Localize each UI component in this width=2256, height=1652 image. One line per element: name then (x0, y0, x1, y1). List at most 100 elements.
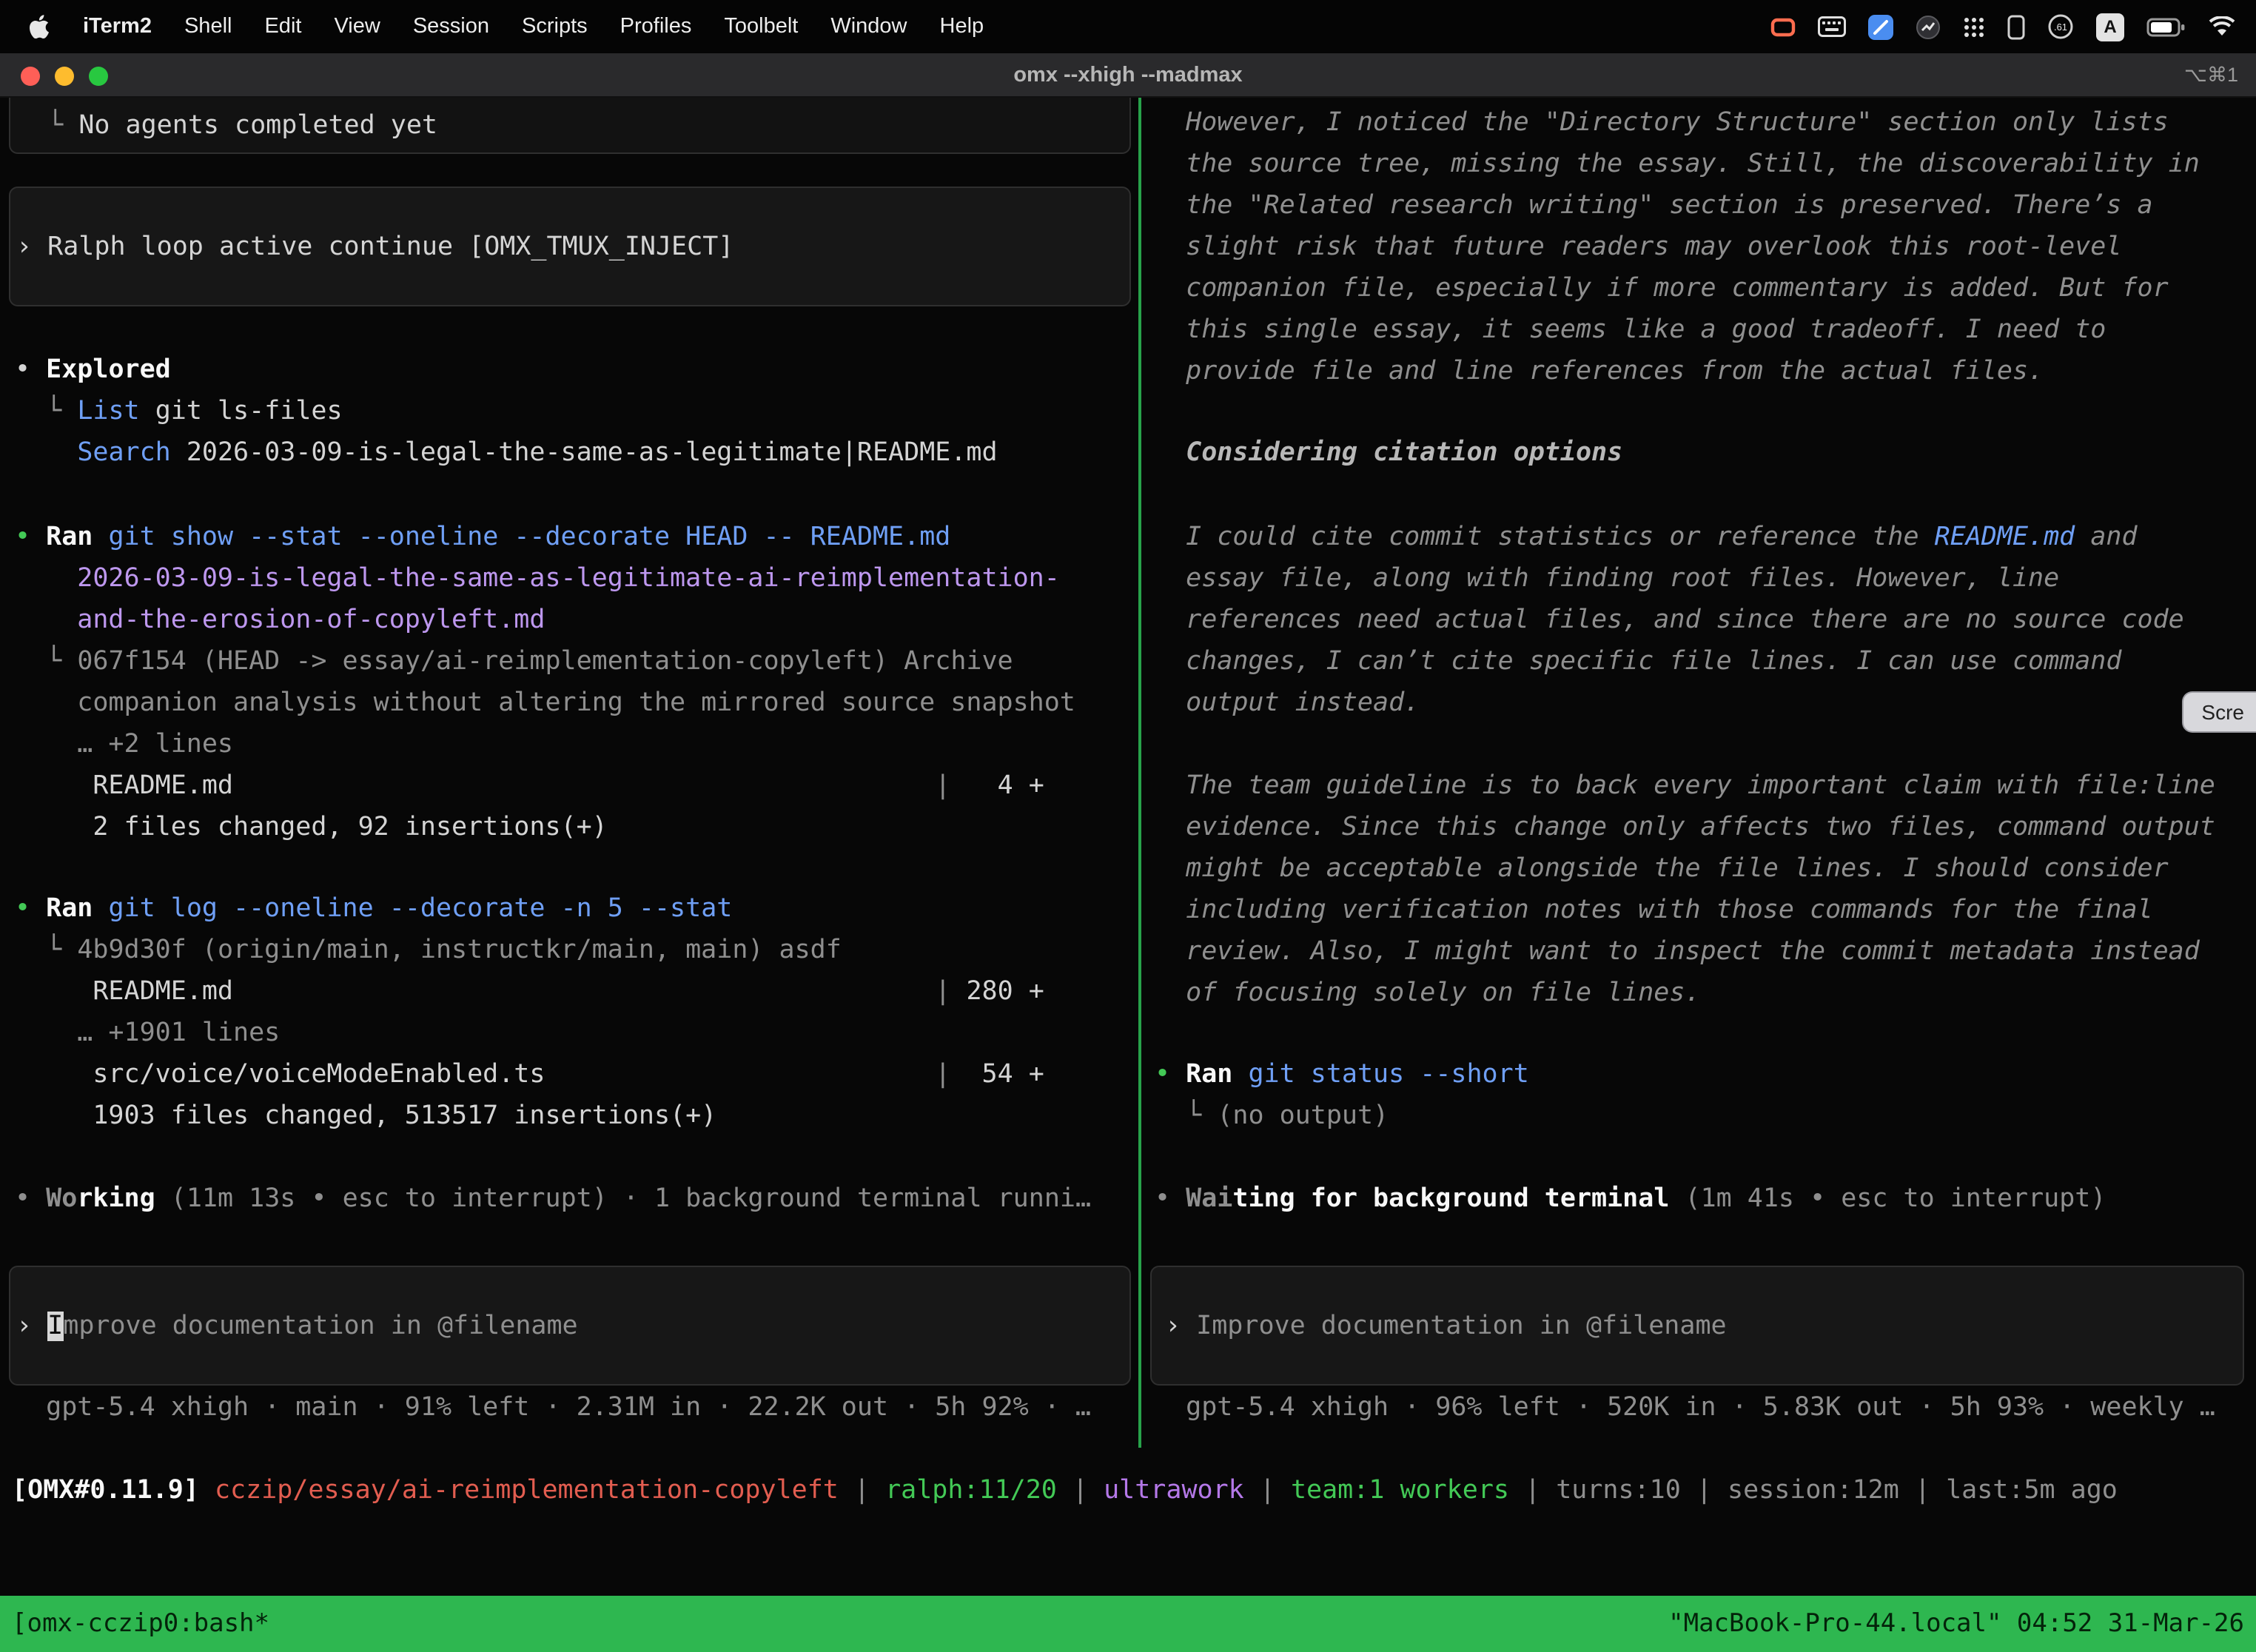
menu-item-toolbelt[interactable]: Toolbelt (708, 0, 814, 53)
text-segment: └ (15, 647, 77, 676)
pane-left[interactable]: └ No agents completed yet › Ralph loop ac… (0, 98, 1138, 1480)
terminal-line: › Ralph loop active continue [OMX_TMUX_I… (16, 226, 1129, 267)
ran-git-log-entry: • Ran git log --oneline --decorate -n 5 … (0, 888, 1138, 1137)
ran-git-show-entry: • Ran git show --stat --oneline --decora… (0, 517, 1138, 848)
terminal-line: might be acceptable alongside the file l… (1155, 848, 2256, 890)
terminal-line: and-the-erosion-of-copyleft.md (15, 600, 1138, 641)
text-segment: └ (15, 397, 77, 426)
pane-right[interactable]: However, I noticed the "Directory Struct… (1141, 98, 2256, 1480)
terminal-line: README.md | 280 + (15, 971, 1138, 1013)
battery-icon[interactable] (2146, 17, 2186, 36)
omx-last-label: last:5m ago (1946, 1476, 2118, 1505)
omx-ralph-counter: ralph:11/20 (885, 1476, 1057, 1505)
text-segment: and (2075, 523, 2137, 552)
prompt-input[interactable]: › Improve documentation in @filename (1150, 1266, 2244, 1386)
terminal-line: However, I noticed the "Directory Struct… (1155, 102, 2256, 144)
keyboard-icon[interactable] (1818, 16, 1846, 37)
omx-session-label: session:12m (1728, 1476, 1899, 1505)
text-segment (93, 523, 108, 552)
terminal-line: 2026-03-09-is-legal-the-same-as-legitima… (15, 558, 1138, 600)
text-segment: • (1155, 1184, 1186, 1214)
terminal-line: • Ran git log --oneline --decorate -n 5 … (15, 888, 1138, 930)
menu-item-session[interactable]: Session (397, 0, 506, 53)
input-source-icon[interactable]: A (2096, 13, 2124, 41)
screen-share-tooltip[interactable]: Scre (2182, 691, 2256, 733)
wifi-icon[interactable] (2209, 16, 2235, 37)
stats-icon[interactable] (1916, 14, 1941, 39)
text-segment: Explored (46, 355, 171, 385)
terminal-line: gpt-5.4 xhigh · main · 91% left · 2.31M … (15, 1387, 1138, 1428)
text-segment (233, 771, 935, 801)
text-segment: I could cite commit statistics or refere… (1155, 523, 1935, 552)
waiting-status-line: • Waiting for background terminal (1m 41… (1141, 1178, 2256, 1220)
text-segment: | (935, 977, 950, 1007)
text-segment: 2026-03-09-is-legal-the-same-as-legitima… (171, 438, 998, 468)
terminal-line: companion analysis without altering the … (15, 682, 1138, 724)
text-segment: | (1509, 1476, 1556, 1505)
menu-item-shell[interactable]: Shell (168, 0, 249, 53)
terminal-line: • Ran git status --short (1155, 1054, 2256, 1095)
terminal-line: └ (no output) (1155, 1095, 2256, 1137)
text-segment: gpt-5.4 xhigh · 96% left · 520K in · 5.8… (1155, 1393, 2215, 1423)
gauge-icon[interactable]: .61 (2047, 13, 2074, 40)
text-segment: Ran (46, 894, 93, 924)
terminal-line: Search 2026-03-09-is-legal-the-same-as-l… (15, 432, 1138, 474)
menu-item-window[interactable]: Window (814, 0, 923, 53)
device-icon[interactable] (2007, 14, 2025, 39)
reasoning-paragraph-2: I could cite commit statistics or refere… (1141, 517, 2256, 724)
text-segment: › (1165, 1311, 1196, 1340)
terminal-line: of focusing solely on file lines. (1155, 973, 2256, 1014)
text-segment: └ (1155, 1101, 1217, 1131)
text-segment: 4 + (950, 771, 1044, 801)
terminal-line: └ No agents completed yet (16, 104, 1129, 146)
terminal-line: review. Also, I might want to inspect th… (1155, 931, 2256, 973)
menu-item-help[interactable]: Help (924, 0, 1001, 53)
text-segment (1669, 1184, 1685, 1214)
terminal-line: Considering citation options (1155, 432, 2256, 474)
menu-item-scripts[interactable]: Scripts (506, 0, 604, 53)
text-segment: including verification notes with those … (1155, 896, 2153, 925)
terminal-line: I could cite commit statistics or refere… (1155, 517, 2256, 558)
terminal-line: gpt-5.4 xhigh · 96% left · 520K in · 5.8… (1155, 1387, 2256, 1428)
tmux-host-clock: "MacBook-Pro-44.local" 04:52 31-Mar-26 (1668, 1603, 2244, 1645)
text-segment: 067f154 (HEAD -> essay/ai-reimplementati… (77, 647, 1013, 676)
text-segment: └ (16, 110, 78, 140)
menu-item-profiles[interactable]: Profiles (604, 0, 708, 53)
terminal-line: output instead. (1155, 682, 2256, 724)
terminal-line: this single essay, it seems like a good … (1155, 309, 2256, 351)
terminal-line: The team guideline is to back every impo… (1155, 765, 2256, 807)
terminal-line: › Improve documentation in @filename (1165, 1305, 2243, 1346)
text-segment: No agents completed yet (78, 110, 437, 140)
text-segment (545, 1060, 935, 1089)
menu-item-view[interactable]: View (318, 0, 396, 53)
terminal-line: companion file, especially if more comme… (1155, 268, 2256, 309)
text-segment (1232, 1060, 1248, 1089)
text-segment: slight risk that future readers may over… (1155, 232, 2121, 262)
text-segment: and-the-erosion-of-copyleft.md (15, 605, 545, 635)
dots-grid-icon[interactable] (1963, 16, 1985, 38)
text-segment: Ran (1186, 1060, 1232, 1089)
terminal-line: essay file, along with finding root file… (1155, 558, 2256, 600)
terminal-line: • Waiting for background terminal (1m 41… (1155, 1178, 2256, 1220)
menu-item-edit[interactable]: Edit (248, 0, 318, 53)
omx-mode-label: ultrawork (1104, 1476, 1244, 1505)
text-segment: … +2 lines (15, 730, 233, 759)
screen-recording-icon[interactable] (1770, 17, 1796, 36)
terminal-line: the "Related research writing" section i… (1155, 185, 2256, 226)
terminal-line: └ 067f154 (HEAD -> essay/ai-reimplementa… (15, 641, 1138, 682)
menu-item-iterm2[interactable]: iTerm2 (67, 0, 168, 53)
text-segment: | (935, 771, 950, 801)
reasoning-heading: Considering citation options (1141, 432, 2256, 474)
menu-bar: iTerm2ShellEditViewSessionScriptsProfile… (0, 0, 2256, 53)
raycast-icon[interactable] (1868, 14, 1893, 39)
text-segment: 2026-03-09-is-legal-the-same-as-legitima… (15, 564, 1060, 594)
text-segment: README.md (1935, 523, 2075, 552)
terminal: └ No agents completed yet › Ralph loop ac… (0, 98, 2256, 1652)
apple-menu-icon[interactable] (0, 15, 67, 38)
text-segment: README.md (15, 977, 233, 1007)
text-segment: ting for background terminal (1232, 1184, 1669, 1214)
text-segment: of focusing solely on file lines. (1155, 978, 1701, 1008)
prompt-input[interactable]: › Improve documentation in @filename (9, 1266, 1131, 1386)
text-segment: rking (77, 1184, 155, 1214)
text-segment: • (15, 523, 46, 552)
